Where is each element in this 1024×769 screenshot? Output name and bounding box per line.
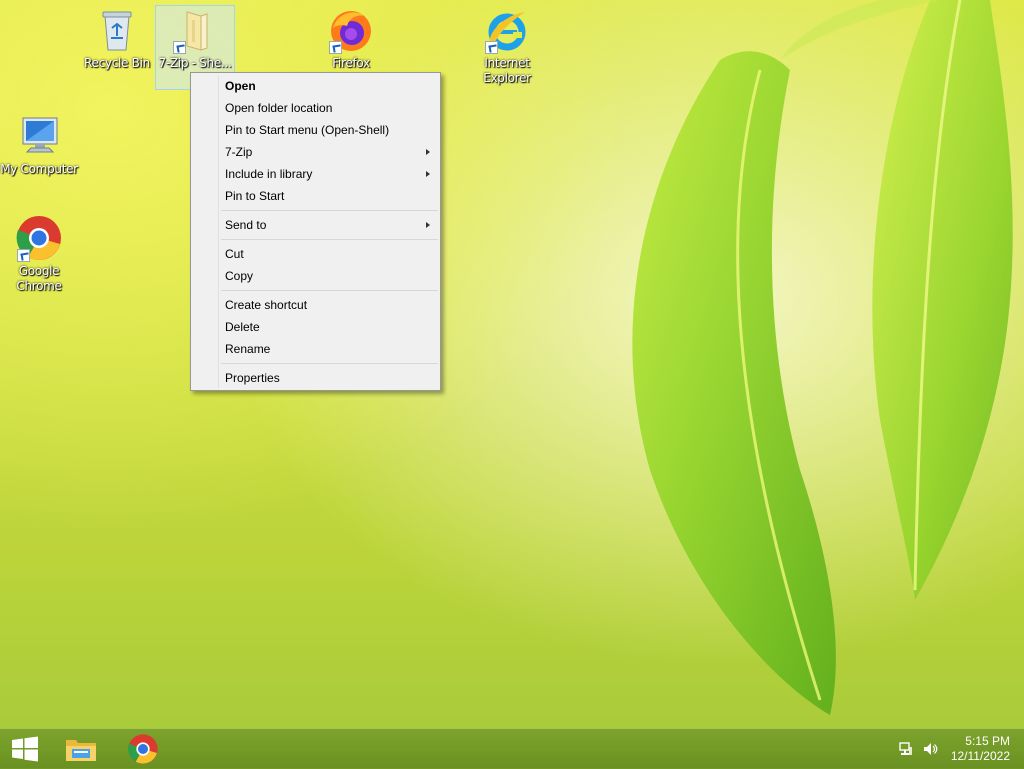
shortcut-arrow-icon [329,41,342,54]
menu-item-pin-to-start-menu[interactable]: Pin to Start menu (Open-Shell) [191,119,440,141]
menu-item-open-folder-location[interactable]: Open folder location [191,97,440,119]
menu-item-properties[interactable]: Properties [191,367,440,389]
wallpaper [632,0,1013,716]
network-icon[interactable] [898,741,914,757]
menu-item-label: 7-Zip [225,145,253,159]
menu-separator [221,210,438,211]
menu-item-pin-to-start[interactable]: Pin to Start [191,185,440,207]
recycle-bin-icon [93,6,141,54]
desktop-icon-my-computer[interactable]: My Computer [0,112,78,177]
taskbar-file-explorer[interactable] [54,729,108,769]
shortcut-arrow-icon [485,41,498,54]
menu-item-open[interactable]: Open [191,75,440,97]
desktop-icon-firefox[interactable]: Firefox [312,6,390,71]
desktop-icon-internet-explorer[interactable]: Internet Explorer [468,6,546,86]
menu-item-delete[interactable]: Delete [191,316,440,338]
desktop-icon-label: Internet Explorer [483,56,531,85]
menu-item-label: Send to [225,218,267,232]
system-clock[interactable]: 5:15 PM 12/11/2022 [951,734,1010,764]
desktop-icon-label: Recycle Bin [84,56,150,70]
menu-item-cut[interactable]: Cut [191,243,440,265]
desktop-icon-google-chrome[interactable]: Google Chrome [0,214,78,294]
firefox-icon [327,6,375,54]
chrome-icon [128,734,158,764]
submenu-arrow-icon [426,222,430,228]
menu-separator [221,363,438,364]
folder-shortcut-icon [171,6,219,54]
desktop-icon-label: Firefox [332,56,370,70]
volume-icon[interactable] [922,741,938,757]
desktop-icon-label: 7-Zip - She... [158,56,232,70]
submenu-arrow-icon [426,171,430,177]
menu-item-rename[interactable]: Rename [191,338,440,360]
menu-item-send-to[interactable]: Send to [191,214,440,236]
shortcut-arrow-icon [17,249,30,262]
clock-time: 5:15 PM [965,734,1010,748]
computer-icon [15,112,63,160]
menu-separator [221,290,438,291]
chrome-icon [15,214,63,262]
clock-date: 12/11/2022 [950,749,1010,763]
internet-explorer-icon [483,6,531,54]
shortcut-arrow-icon [173,41,186,54]
menu-item-7zip[interactable]: 7-Zip [191,141,440,163]
menu-item-include-in-library[interactable]: Include in library [191,163,440,185]
submenu-arrow-icon [426,149,430,155]
menu-separator [221,239,438,240]
taskbar: 5:15 PM 12/11/2022 [0,728,1024,769]
menu-item-label: Include in library [225,167,313,181]
windows-logo-icon [12,736,38,762]
desktop-icon-recycle-bin[interactable]: Recycle Bin [78,6,156,71]
menu-item-create-shortcut[interactable]: Create shortcut [191,294,440,316]
taskbar-chrome[interactable] [116,729,170,769]
file-explorer-icon [66,740,96,761]
desktop-icon-label: Google Chrome [16,264,62,293]
context-menu: Open Open folder location Pin to Start m… [190,72,441,391]
menu-item-copy[interactable]: Copy [191,265,440,287]
desktop-icon-label: My Computer [0,162,78,176]
start-button[interactable] [0,729,54,769]
